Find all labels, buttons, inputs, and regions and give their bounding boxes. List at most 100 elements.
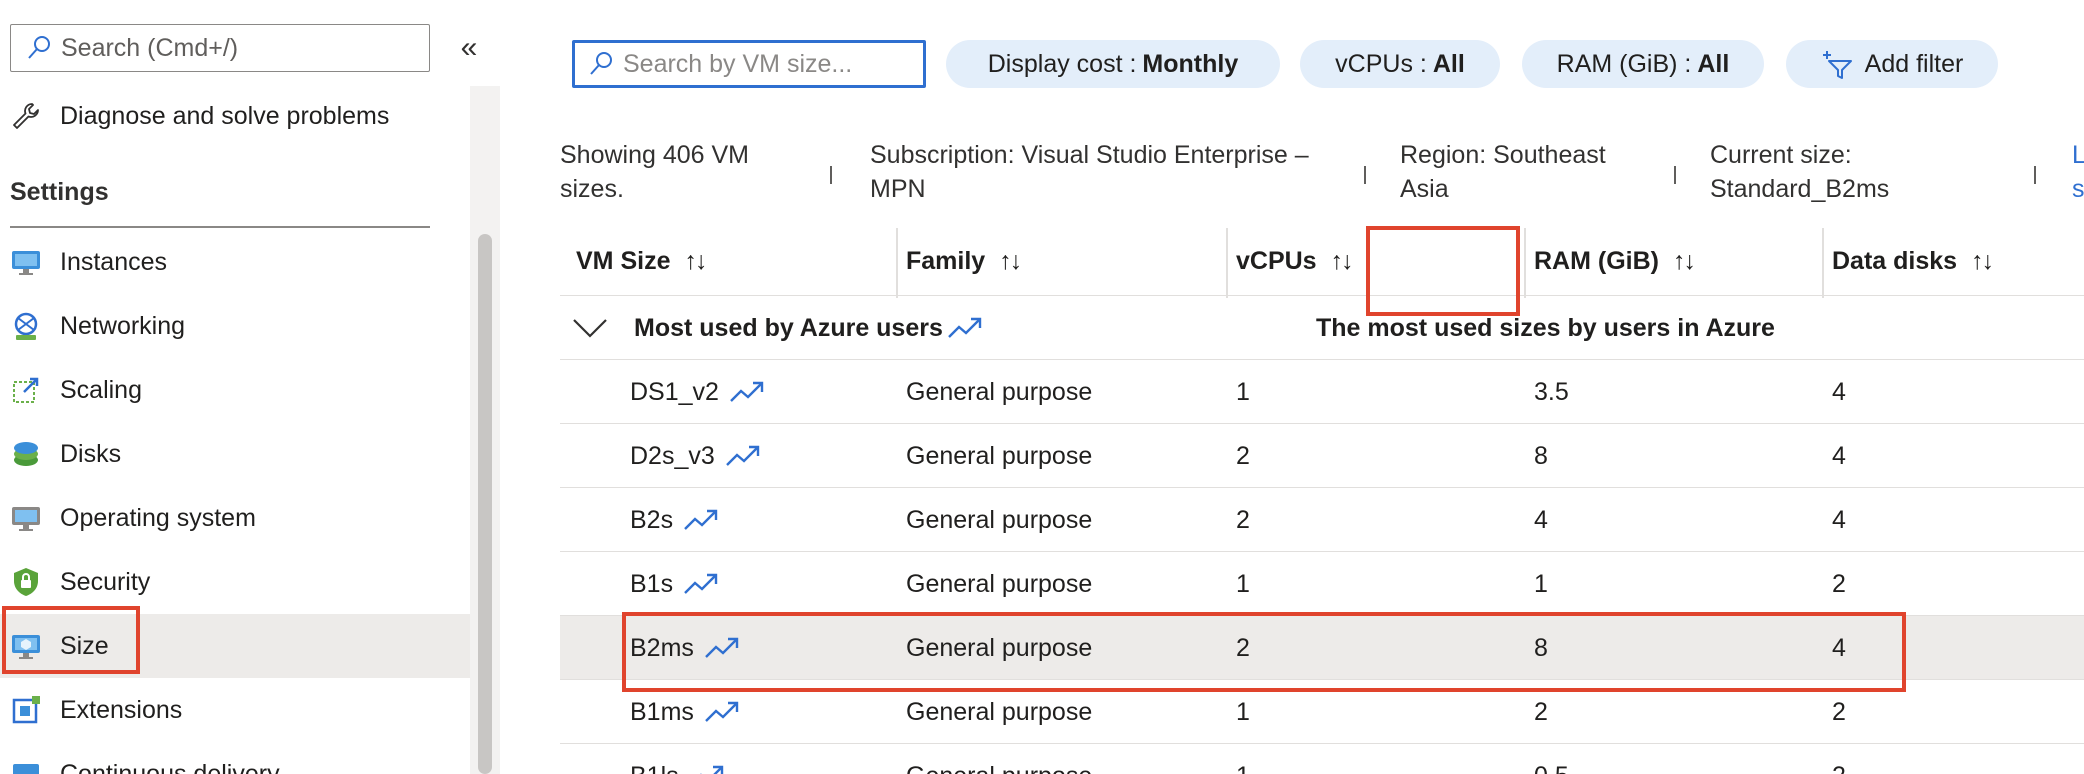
data-disks-cell-text: 4 bbox=[1832, 633, 1846, 662]
column-header-label: Data disks bbox=[1832, 246, 1958, 275]
vcpus-cell: 1 bbox=[1236, 360, 1250, 424]
sidebar-item-label: Networking bbox=[60, 311, 186, 340]
family-cell-text: General purpose bbox=[906, 697, 1093, 726]
collapse-sidebar-button[interactable]: « bbox=[454, 30, 484, 66]
sidebar-search-box[interactable] bbox=[10, 24, 430, 72]
operating-system-icon bbox=[10, 502, 42, 534]
ram-filter[interactable]: RAM (GiB) : All bbox=[1522, 40, 1764, 88]
sidebar-item-operating-system[interactable]: Operating system bbox=[0, 486, 470, 550]
vcpus-cell: 2 bbox=[1236, 488, 1250, 552]
column-header-ram[interactable]: RAM (GiB) ↑↓ bbox=[1534, 226, 1696, 296]
sidebar-item-instances[interactable]: Instances bbox=[0, 230, 470, 294]
table-header: VM Size ↑↓ Family ↑↓ vCPUs ↑↓ RAM (GiB) … bbox=[560, 226, 2084, 298]
ram-cell-text: 8 bbox=[1534, 441, 1548, 470]
table-row[interactable]: B2s General purpose 2 4 4 bbox=[560, 488, 2084, 552]
sidebar-item-disks[interactable]: Disks bbox=[0, 422, 470, 486]
summary-info-bar: Showing 406 VM sizes. Subscription: Visu… bbox=[560, 138, 2084, 208]
data-disks-cell: 2 bbox=[1832, 680, 1846, 744]
subscription-line: MPN bbox=[870, 175, 926, 203]
ram-cell: 8 bbox=[1534, 616, 1548, 680]
sidebar-item-extensions[interactable]: Extensions bbox=[0, 678, 470, 742]
disks-icon bbox=[10, 438, 42, 470]
sidebar-item-networking[interactable]: Networking bbox=[0, 294, 470, 358]
vcpus-filter[interactable]: vCPUs : All bbox=[1300, 40, 1500, 88]
column-divider[interactable] bbox=[1226, 228, 1228, 298]
sidebar-search-input[interactable] bbox=[61, 33, 421, 63]
column-header-vcpus[interactable]: vCPUs ↑↓ bbox=[1236, 226, 1354, 296]
table-row[interactable]: D2s_v3 General purpose 2 8 4 bbox=[560, 424, 2084, 488]
filter-value: All bbox=[1432, 49, 1465, 78]
more-info-link[interactable]: L s bbox=[2072, 138, 2084, 206]
table-row[interactable]: B1ms General purpose 1 2 2 bbox=[560, 680, 2084, 744]
ram-cell: 0.5 bbox=[1534, 744, 1569, 774]
data-disks-cell: 4 bbox=[1832, 424, 1846, 488]
data-disks-cell: 4 bbox=[1832, 488, 1846, 552]
add-filter-button[interactable]: Add filter bbox=[1786, 40, 1998, 88]
family-cell-text: General purpose bbox=[906, 505, 1093, 534]
filter-key: vCPUs : bbox=[1335, 49, 1427, 78]
current-size-line: Standard_B2ms bbox=[1710, 175, 1890, 203]
trending-up-icon bbox=[730, 381, 764, 402]
sidebar-item-label: Instances bbox=[60, 247, 168, 276]
ram-cell-text: 1 bbox=[1534, 569, 1548, 598]
display-cost-filter[interactable]: Display cost : Monthly bbox=[946, 40, 1280, 88]
chevron-down-icon[interactable] bbox=[572, 310, 608, 346]
sidebar-item-label: Disks bbox=[60, 439, 122, 468]
trending-up-icon bbox=[725, 445, 759, 466]
sidebar-item-scaling[interactable]: Scaling bbox=[0, 358, 470, 422]
data-disks-cell-text: 2 bbox=[1832, 569, 1846, 598]
vm-size-cell: B1ms bbox=[630, 680, 740, 744]
table-row[interactable]: B1ls General purpose 1 0.5 2 bbox=[560, 744, 2084, 774]
table-row[interactable]: DS1_v2 General purpose 1 3.5 4 bbox=[560, 360, 2084, 424]
family-cell: General purpose bbox=[906, 680, 1092, 744]
trending-up-icon bbox=[948, 317, 982, 338]
add-filter-label: Add filter bbox=[1864, 49, 1964, 78]
sidebar-item-label: Diagnose and solve problems bbox=[60, 101, 390, 130]
vm-size-cell-text: B2s bbox=[630, 505, 674, 534]
column-divider[interactable] bbox=[1524, 228, 1526, 298]
ram-cell: 4 bbox=[1534, 488, 1548, 552]
info-separator bbox=[830, 166, 832, 184]
family-cell-text: General purpose bbox=[906, 441, 1093, 470]
family-cell: General purpose bbox=[906, 616, 1092, 680]
column-divider[interactable] bbox=[896, 228, 898, 298]
family-cell-text: General purpose bbox=[906, 633, 1093, 662]
table-row[interactable]: B1s General purpose 1 1 2 bbox=[560, 552, 2084, 616]
ram-cell-text: 3.5 bbox=[1534, 377, 1569, 406]
column-header-vm-size[interactable]: VM Size ↑↓ bbox=[576, 226, 707, 296]
sidebar-item-diagnose[interactable]: Diagnose and solve problems bbox=[0, 84, 470, 148]
security-shield-icon bbox=[10, 566, 42, 598]
sidebar-item-security[interactable]: Security bbox=[0, 550, 470, 614]
column-header-family[interactable]: Family ↑↓ bbox=[906, 226, 1022, 296]
vm-size-cell: B2ms bbox=[630, 616, 740, 680]
vm-size-cell: D2s_v3 bbox=[630, 424, 761, 488]
column-header-label: Family bbox=[906, 246, 986, 275]
wrench-icon bbox=[10, 100, 42, 132]
column-header-data-disks[interactable]: Data disks ↑↓ bbox=[1832, 226, 1994, 296]
sidebar-item-label: Extensions bbox=[60, 695, 183, 724]
ram-cell: 1 bbox=[1534, 552, 1548, 616]
vcpus-cell: 2 bbox=[1236, 424, 1250, 488]
ram-cell: 8 bbox=[1534, 424, 1548, 488]
subscription-text: Subscription: Visual Studio Enterprise –… bbox=[870, 138, 1309, 206]
extensions-icon bbox=[10, 694, 42, 726]
current-size-text: Current size: Standard_B2ms bbox=[1710, 138, 1889, 206]
vm-size-search-input[interactable] bbox=[623, 49, 913, 79]
trending-up-icon bbox=[699, 765, 723, 774]
ram-cell: 2 bbox=[1534, 680, 1548, 744]
sidebar-item-continuous-delivery[interactable]: Continuous delivery bbox=[0, 742, 470, 774]
sort-icon: ↑↓ bbox=[999, 246, 1022, 275]
sort-icon: ↑↓ bbox=[1971, 246, 1994, 275]
sidebar-item-size[interactable]: Size bbox=[0, 614, 470, 678]
vm-size-cell: B1ls bbox=[630, 744, 725, 774]
table-row[interactable]: B2ms General purpose 2 8 4 bbox=[560, 616, 2084, 680]
settings-section-header: Settings bbox=[10, 178, 109, 206]
networking-icon bbox=[10, 310, 42, 342]
info-separator bbox=[2034, 166, 2036, 184]
vm-size-search-box[interactable] bbox=[572, 40, 926, 88]
search-icon bbox=[28, 36, 50, 59]
left-nav-sidebar: « Diagnose and solve problems Settings I… bbox=[0, 0, 500, 774]
search-icon bbox=[590, 52, 612, 75]
column-divider[interactable] bbox=[1822, 228, 1824, 298]
sidebar-scrollbar-thumb[interactable] bbox=[478, 234, 492, 774]
